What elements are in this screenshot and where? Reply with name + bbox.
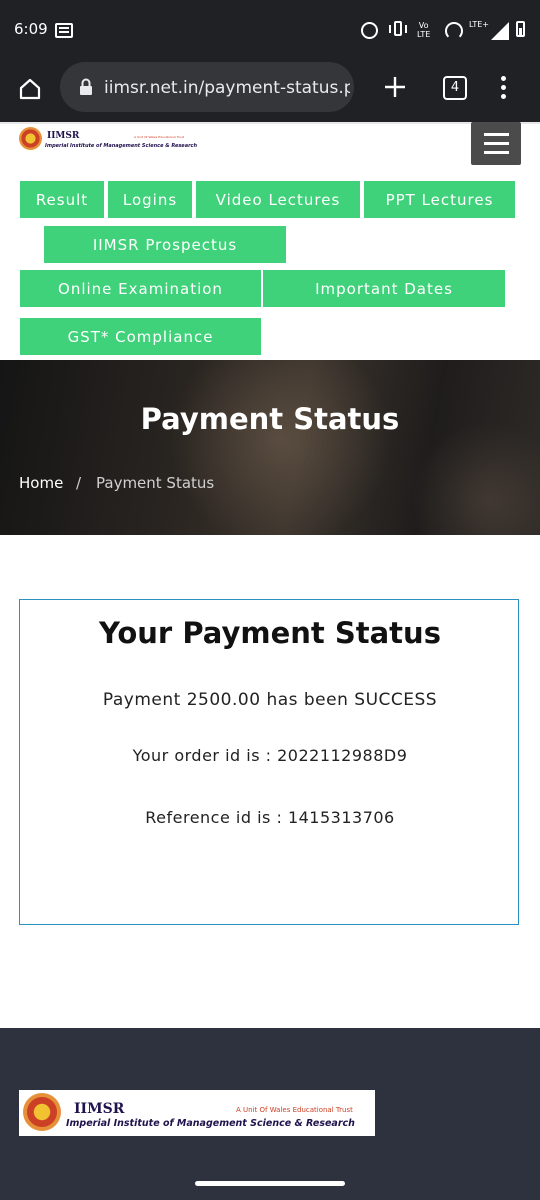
overflow-menu-icon[interactable] bbox=[500, 76, 508, 100]
site-logo[interactable]: IIMSR A Unit Of Wales Educational Trust … bbox=[19, 127, 209, 153]
footer-logo: IIMSR A Unit Of Wales Educational Trust … bbox=[19, 1090, 375, 1136]
payment-result-text: Payment 2500.00 has been SUCCESS bbox=[102, 690, 438, 710]
breadcrumb-home-link[interactable]: Home bbox=[19, 474, 63, 492]
footer-logo-full-name: Imperial Institute of Management Science… bbox=[66, 1118, 355, 1129]
alarm-icon bbox=[361, 22, 378, 39]
new-tab-icon[interactable] bbox=[384, 76, 406, 98]
lock-icon[interactable] bbox=[79, 78, 93, 96]
volte-label: Vo LTE bbox=[417, 21, 431, 39]
signal-icon bbox=[491, 22, 509, 40]
android-status-bar: 6:09 Vo LTE LTE+ bbox=[0, 0, 540, 60]
nav-online-examination-button[interactable]: Online Examination bbox=[20, 270, 261, 307]
reference-id-text: Reference id is : 1415313706 bbox=[145, 808, 395, 827]
logo-name: IIMSR bbox=[47, 131, 80, 141]
clock-time: 6:09 bbox=[14, 20, 48, 38]
nav-ppt-lectures-button[interactable]: PPT Lectures bbox=[364, 181, 515, 218]
lte-plus-label: LTE+ bbox=[469, 20, 489, 29]
vibrate-icon bbox=[389, 21, 407, 38]
tab-switcher-button[interactable]: 4 bbox=[443, 76, 467, 100]
footer-logo-name: IIMSR bbox=[74, 1101, 125, 1117]
logo-full-name: Imperial Institute of Management Science… bbox=[45, 143, 198, 149]
battery-icon bbox=[516, 21, 525, 37]
home-icon[interactable] bbox=[18, 77, 42, 101]
footer-logo-emblem-icon bbox=[22, 1092, 62, 1132]
nav-gst-compliance-button[interactable]: GST* Compliance bbox=[20, 318, 261, 355]
nav-important-dates-button[interactable]: Important Dates bbox=[263, 270, 505, 307]
nav-result-button[interactable]: Result bbox=[20, 181, 104, 218]
nav-video-lectures-button[interactable]: Video Lectures bbox=[196, 181, 360, 218]
logo-unit: A Unit Of Wales Educational Trust bbox=[134, 135, 185, 139]
gesture-nav-handle[interactable] bbox=[195, 1181, 345, 1186]
nav-logins-button[interactable]: Logins bbox=[108, 181, 192, 218]
breadcrumb-separator: / bbox=[76, 474, 82, 492]
page-hero-banner bbox=[0, 360, 540, 535]
notification-icon bbox=[55, 23, 73, 38]
breadcrumb-current: Payment Status bbox=[96, 474, 215, 492]
url-text[interactable]: iimsr.net.in/payment-status.ph bbox=[104, 78, 350, 98]
logo-emblem-icon bbox=[19, 127, 42, 150]
footer-logo-unit: A Unit Of Wales Educational Trust bbox=[236, 1106, 353, 1114]
hamburger-menu-button[interactable] bbox=[471, 122, 521, 165]
hotspot-icon bbox=[445, 22, 463, 40]
page-title: Payment Status bbox=[140, 402, 400, 436]
order-id-text: Your order id is : 2022112988D9 bbox=[132, 746, 408, 765]
payment-status-heading: Your Payment Status bbox=[99, 616, 441, 650]
nav-prospectus-button[interactable]: IIMSR Prospectus bbox=[44, 226, 286, 263]
